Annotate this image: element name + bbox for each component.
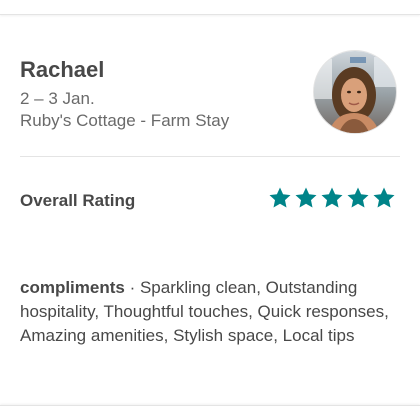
star-icon bbox=[373, 187, 395, 208]
compliments-separator: · bbox=[124, 278, 140, 297]
star-icon bbox=[295, 187, 317, 208]
divider bbox=[20, 156, 400, 157]
overall-rating-label: Overall Rating bbox=[20, 191, 136, 210]
star-rating bbox=[268, 186, 396, 210]
compliments: compliments · Sparkling clean, Outstandi… bbox=[20, 276, 400, 348]
compliments-title: compliments bbox=[20, 278, 125, 297]
listing-name: Ruby's Cottage - Farm Stay bbox=[20, 111, 230, 130]
stay-dates: 2 – 3 Jan. bbox=[20, 89, 95, 108]
star-icon bbox=[347, 187, 369, 208]
avatar[interactable] bbox=[313, 50, 397, 134]
bottom-edge bbox=[0, 405, 420, 420]
top-edge bbox=[0, 0, 420, 15]
star-icon bbox=[269, 187, 291, 208]
guest-avatar-photo bbox=[314, 51, 396, 133]
review-card: Rachael 2 – 3 Jan. Ruby's Cottage - Farm… bbox=[0, 0, 420, 420]
star-icon bbox=[321, 187, 343, 208]
guest-name: Rachael bbox=[20, 57, 105, 82]
